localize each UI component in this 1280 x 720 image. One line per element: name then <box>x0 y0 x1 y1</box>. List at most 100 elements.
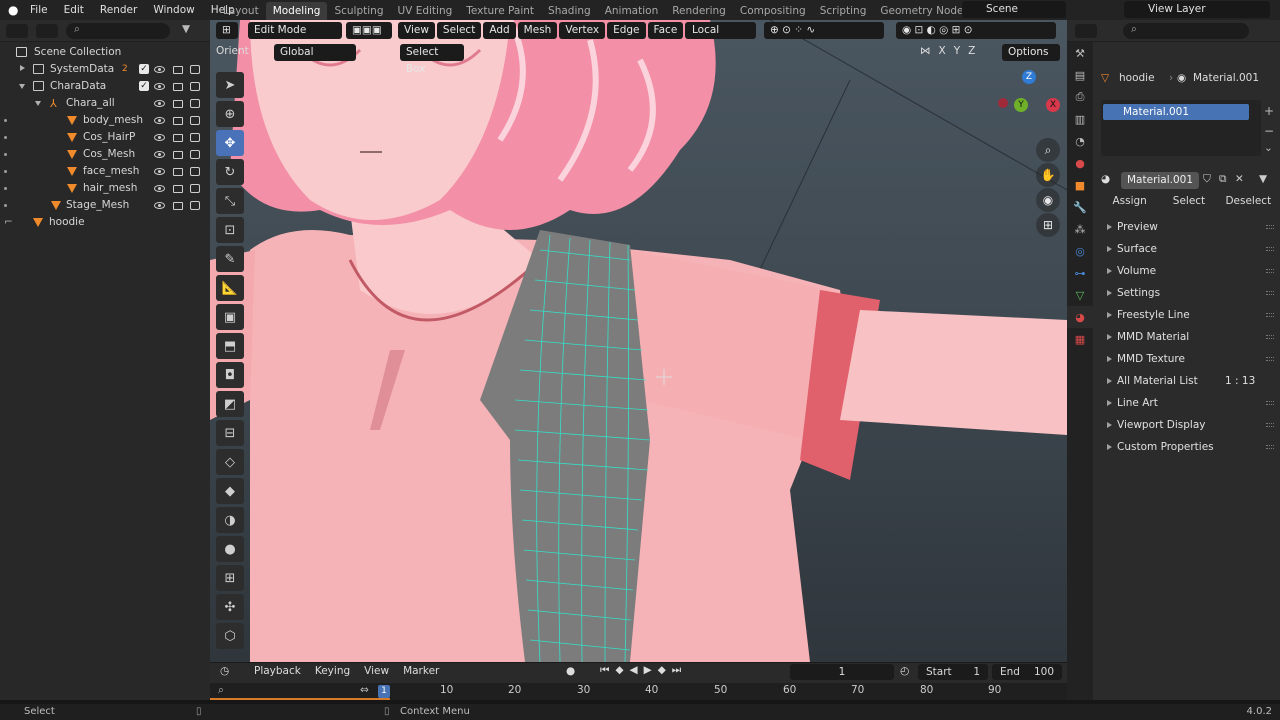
tree-row-chara-all[interactable]: ⅄ Chara_all <box>0 95 210 112</box>
cursor-tool-icon[interactable]: ⊕ <box>216 101 244 127</box>
transform-orientation-dropdown[interactable]: Global <box>274 44 356 61</box>
camera-icon[interactable] <box>190 201 200 210</box>
eye-icon[interactable] <box>154 117 165 124</box>
axis-x-toggle[interactable]: X <box>939 45 946 57</box>
pan-hand-icon[interactable]: ✋ <box>1036 163 1060 187</box>
material-tab-icon[interactable]: ◕ <box>1067 306 1093 328</box>
view-layer-selector[interactable]: View Layer <box>1124 1 1270 18</box>
display-mode-icon[interactable] <box>36 24 58 38</box>
gizmo-y-axis[interactable]: Y <box>1014 98 1028 112</box>
3d-viewport[interactable]: ⊞ Edit Mode ▣▣▣ View Select Add Mesh Ver… <box>210 20 1067 662</box>
drag-handle-icon[interactable] <box>1266 291 1274 295</box>
transform-tool-icon[interactable]: ⊡ <box>216 217 244 243</box>
material-slot-selected[interactable]: Material.001 <box>1103 104 1249 120</box>
jump-start-icon[interactable]: ⏮ <box>600 664 609 677</box>
annotate-tool-icon[interactable]: ✎ <box>216 246 244 272</box>
menu-playback[interactable]: Playback <box>254 665 301 677</box>
drag-handle-icon[interactable] <box>1266 423 1274 427</box>
world-tab-icon[interactable]: ● <box>1067 152 1093 174</box>
view-layer-tab-icon[interactable]: ▥ <box>1067 108 1093 130</box>
panel-mmd-texture[interactable]: MMD Texture <box>1093 348 1280 370</box>
modifier-tab-icon[interactable]: 🔧 <box>1067 196 1093 218</box>
panel-freestyle-line[interactable]: Freestyle Line <box>1093 304 1280 326</box>
smooth-tool-icon[interactable]: ● <box>216 536 244 562</box>
deselect-button[interactable]: Deselect <box>1219 192 1277 210</box>
panel-surface[interactable]: Surface <box>1093 238 1280 260</box>
zoom-icon[interactable]: ⌕ <box>1036 138 1060 162</box>
tree-row-scene-collection[interactable]: Scene Collection <box>0 44 210 61</box>
monitor-icon[interactable] <box>172 167 183 176</box>
knife-tool-icon[interactable]: ◇ <box>216 449 244 475</box>
properties-search-input[interactable]: ⌕ <box>1123 23 1249 39</box>
camera-icon[interactable] <box>190 167 200 176</box>
mode-dropdown[interactable]: Edit Mode <box>248 22 342 39</box>
filter-icon[interactable]: ▼ <box>1259 173 1267 185</box>
eye-icon[interactable] <box>154 168 165 175</box>
particles-tab-icon[interactable]: ⁂ <box>1067 218 1093 240</box>
drag-handle-icon[interactable] <box>1266 445 1274 449</box>
drag-handle-icon[interactable] <box>1266 313 1274 317</box>
tab-sculpting[interactable]: Sculpting <box>327 2 390 20</box>
tab-animation[interactable]: Animation <box>598 2 666 20</box>
fake-user-shield-icon[interactable]: ⛉ <box>1203 173 1211 186</box>
unlink-icon[interactable]: ✕ <box>1235 173 1244 185</box>
menu-edge[interactable]: Edge <box>607 22 646 39</box>
play-icon[interactable]: ▶ <box>644 664 652 677</box>
pivot-dropdown[interactable]: Local <box>686 22 756 39</box>
eye-icon[interactable] <box>154 151 165 158</box>
tool-tab-icon[interactable]: ⚒ <box>1067 42 1093 64</box>
loop-cut-tool-icon[interactable]: ⊟ <box>216 420 244 446</box>
texture-tab-icon[interactable]: ▦ <box>1067 328 1093 350</box>
menu-keying[interactable]: Keying <box>315 665 350 677</box>
panel-viewport-display[interactable]: Viewport Display <box>1093 414 1280 436</box>
menu-mesh[interactable]: Mesh <box>517 22 558 39</box>
drag-handle-icon[interactable] <box>1266 401 1274 405</box>
end-frame-field[interactable]: End 100 <box>992 664 1062 680</box>
include-checkbox[interactable]: ✓ <box>139 64 149 74</box>
range-arrows-icon[interactable]: ⇔ <box>360 684 369 696</box>
spin-tool-icon[interactable]: ◑ <box>216 507 244 533</box>
collapse-icon[interactable] <box>19 84 25 89</box>
slot-specials-icon[interactable]: ⌄ <box>1264 142 1273 154</box>
add-slot-icon[interactable]: + <box>1264 104 1274 118</box>
editor-type-icon[interactable] <box>6 24 28 38</box>
eye-icon[interactable] <box>154 100 165 107</box>
tree-row-hair-mesh[interactable]: hair_mesh <box>0 180 210 197</box>
poly-build-tool-icon[interactable]: ◆ <box>216 478 244 504</box>
axis-y-toggle[interactable]: Y <box>954 45 960 57</box>
tree-row-charadata[interactable]: CharaData ✓ <box>0 78 210 95</box>
tree-row-cos-mesh[interactable]: Cos_Mesh <box>0 146 210 163</box>
tree-row-systemdata[interactable]: SystemData 2 ✓ <box>0 61 210 78</box>
constraints-tab-icon[interactable]: ⊶ <box>1067 262 1093 284</box>
tree-row-hoodie[interactable]: ⌐ hoodie <box>0 214 210 231</box>
axis-z-toggle[interactable]: Z <box>968 45 975 57</box>
panel-mmd-material[interactable]: MMD Material <box>1093 326 1280 348</box>
shrink-fatten-tool-icon[interactable]: ✣ <box>216 594 244 620</box>
browse-material-icon[interactable]: ◕ <box>1101 173 1110 185</box>
material-name-field[interactable]: Material.001 <box>1121 172 1199 189</box>
monitor-icon[interactable] <box>172 184 183 193</box>
expand-icon[interactable] <box>20 65 25 71</box>
panel-preview[interactable]: Preview <box>1093 216 1280 238</box>
blender-logo-icon[interactable]: ● <box>0 0 22 20</box>
tweak-tool-icon[interactable]: ➤ <box>216 72 244 98</box>
playhead-marker[interactable]: 1 <box>378 685 390 698</box>
camera-icon[interactable] <box>190 184 200 193</box>
filter-icon[interactable]: ▼ <box>182 23 190 35</box>
record-icon[interactable]: ● <box>566 665 575 677</box>
editor-type-icon[interactable] <box>1075 24 1097 38</box>
output-tab-icon[interactable]: ⎙ <box>1067 86 1093 108</box>
include-checkbox[interactable]: ✓ <box>139 81 149 91</box>
drag-handle-icon[interactable] <box>1266 247 1274 251</box>
monitor-icon[interactable] <box>172 116 183 125</box>
monitor-icon[interactable] <box>172 99 183 108</box>
tab-geometry-nodes[interactable]: Geometry Nodes <box>873 2 976 20</box>
mirror-icon[interactable]: ⋈ <box>920 45 931 57</box>
menu-file[interactable]: File <box>22 0 56 20</box>
monitor-icon[interactable] <box>172 82 183 91</box>
assign-button[interactable]: Assign <box>1101 192 1159 210</box>
measure-tool-icon[interactable]: 📐 <box>216 275 244 301</box>
gizmo-neg-x-axis[interactable] <box>998 98 1008 108</box>
jump-end-icon[interactable]: ⏭ <box>672 664 681 677</box>
options-dropdown[interactable]: Options <box>1002 44 1060 61</box>
